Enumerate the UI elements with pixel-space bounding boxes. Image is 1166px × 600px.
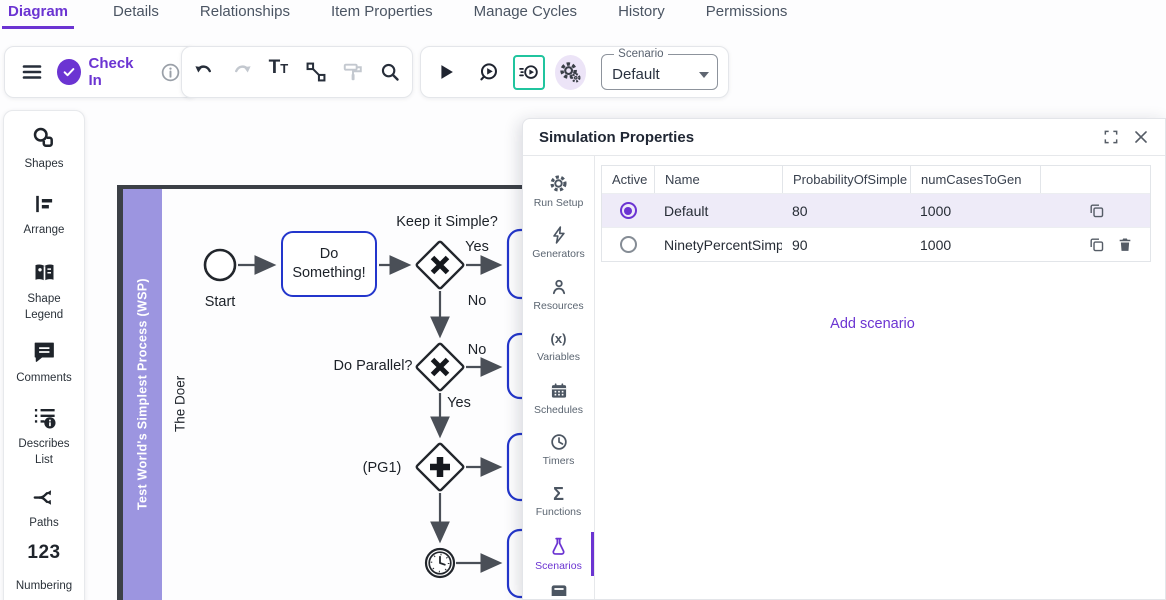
arrange-icon xyxy=(31,191,57,217)
cell-probability: 80 xyxy=(782,203,910,219)
nav-item-functions[interactable]: Σ Functions xyxy=(523,476,594,528)
sidebar-item-label: Arrange xyxy=(24,222,65,238)
cell-name: Default xyxy=(654,203,782,219)
nav-item-partial[interactable] xyxy=(523,580,594,600)
numbering-123-icon: 123 xyxy=(27,543,60,563)
shape-legend-icon xyxy=(31,259,58,286)
cell-numcases: 1000 xyxy=(910,203,1040,219)
gateway2-yes-label: Yes xyxy=(447,395,471,411)
nav-item-label: Scenarios xyxy=(535,560,582,572)
gateway2-question-label: Do Parallel? xyxy=(334,358,413,374)
sidebar-item-label: Comments xyxy=(16,370,72,386)
lightning-icon xyxy=(549,225,569,245)
nav-item-scenarios[interactable]: Scenarios xyxy=(523,528,594,580)
dialog-header: Simulation Properties xyxy=(523,119,1165,156)
nav-item-variables[interactable]: (x) Variables xyxy=(523,320,594,372)
dialog-content: Active Name ProbabilityOfSimple numCases… xyxy=(596,156,1165,599)
column-header-actions xyxy=(1040,166,1150,193)
app-window: Diagram Details Relationships Item Prope… xyxy=(0,0,1166,600)
paths-icon xyxy=(31,484,57,510)
nav-item-resources[interactable]: Resources xyxy=(523,269,594,321)
sidebar-item-label: Numbering xyxy=(16,578,72,594)
run-setup-gear-icon xyxy=(548,173,569,194)
diagram-tool-sidebar: Shapes Arrange Shape Legend Comments Des… xyxy=(3,110,85,600)
nav-item-run-setup[interactable]: Run Setup xyxy=(523,165,594,217)
clock-icon xyxy=(549,432,569,452)
calendar-icon xyxy=(549,381,569,401)
sidebar-item-arrange[interactable]: Arrange xyxy=(4,191,84,238)
table-row[interactable]: Default 80 1000 xyxy=(602,193,1150,227)
nav-item-label: Variables xyxy=(537,351,580,363)
gateway1-no-label: No xyxy=(468,293,487,309)
close-icon[interactable] xyxy=(1133,129,1149,145)
sidebar-item-comments[interactable]: Comments xyxy=(4,339,84,386)
parallel-gateway-pg1[interactable] xyxy=(416,443,464,491)
delete-trash-icon[interactable] xyxy=(1117,236,1133,253)
sidebar-item-describes-list[interactable]: Describes List xyxy=(4,404,84,468)
sidebar-item-shape-legend[interactable]: Shape Legend xyxy=(4,259,84,323)
sidebar-item-label: Shapes xyxy=(24,156,63,172)
nav-item-label: Run Setup xyxy=(534,197,584,209)
cell-probability: 90 xyxy=(782,237,910,253)
sidebar-item-label: Shape Legend xyxy=(11,291,77,323)
copy-icon[interactable] xyxy=(1088,202,1105,219)
sidebar-item-shapes[interactable]: Shapes xyxy=(4,125,84,172)
sidebar-item-paths[interactable]: Paths xyxy=(4,484,84,531)
radio-selected[interactable] xyxy=(620,202,637,219)
parallel-gateway-label: (PG1) xyxy=(363,460,402,476)
gateway-keep-it-simple[interactable] xyxy=(416,241,464,289)
dialog-title: Simulation Properties xyxy=(539,129,1089,146)
sidebar-item-numbering[interactable]: 123 Numbering xyxy=(4,543,84,594)
task-do-something[interactable]: Do Something! xyxy=(281,231,377,297)
sidebar-item-label: Paths xyxy=(29,515,58,531)
sigma-icon: Σ xyxy=(553,485,564,503)
expand-icon[interactable] xyxy=(1103,129,1119,145)
shapes-icon xyxy=(31,125,57,151)
start-event-label: Start xyxy=(205,294,236,310)
sidebar-item-label: Describes List xyxy=(11,436,77,468)
cell-name: NinetyPercentSimple xyxy=(654,237,782,253)
column-header-numcases: numCasesToGen xyxy=(910,166,1040,193)
nav-item-label: Timers xyxy=(543,455,575,467)
gateway1-yes-label: Yes xyxy=(465,239,489,255)
gateway1-question-label: Keep it Simple? xyxy=(396,214,498,230)
start-event[interactable] xyxy=(205,250,235,280)
gateway-do-parallel[interactable] xyxy=(416,343,464,391)
describes-list-icon xyxy=(31,404,58,431)
flask-icon xyxy=(548,536,569,557)
column-header-probability: ProbabilityOfSimple xyxy=(782,166,910,193)
nav-item-label: Schedules xyxy=(534,404,583,416)
sequence-flows xyxy=(238,265,498,563)
table-header-row: Active Name ProbabilityOfSimple numCases… xyxy=(602,166,1150,193)
column-header-name: Name xyxy=(654,166,782,193)
nav-item-schedules[interactable]: Schedules xyxy=(523,372,594,424)
variables-icon: (x) xyxy=(551,330,567,348)
dialog-side-nav: Run Setup Generators Resources (x) Varia… xyxy=(523,156,595,599)
partial-panel-icon xyxy=(548,582,570,596)
radio-unselected[interactable] xyxy=(620,236,637,253)
copy-icon[interactable] xyxy=(1088,236,1105,253)
column-header-active: Active xyxy=(602,166,654,193)
nav-item-timers[interactable]: Timers xyxy=(523,424,594,476)
add-scenario-link[interactable]: Add scenario xyxy=(596,316,1149,332)
scenario-table: Active Name ProbabilityOfSimple numCases… xyxy=(601,165,1151,262)
table-row[interactable]: NinetyPercentSimple 90 1000 xyxy=(602,227,1150,261)
nav-item-label: Generators xyxy=(532,248,585,260)
simulation-properties-dialog: Simulation Properties Run Setup Generato… xyxy=(522,118,1166,600)
nav-item-label: Resources xyxy=(533,300,583,312)
nav-item-label: Functions xyxy=(536,506,582,518)
gateway2-no-label: No xyxy=(468,342,487,358)
nav-item-generators[interactable]: Generators xyxy=(523,217,594,269)
comments-icon xyxy=(31,339,57,365)
person-icon xyxy=(549,277,569,297)
cell-numcases: 1000 xyxy=(910,237,1040,253)
timer-event[interactable] xyxy=(426,549,454,577)
